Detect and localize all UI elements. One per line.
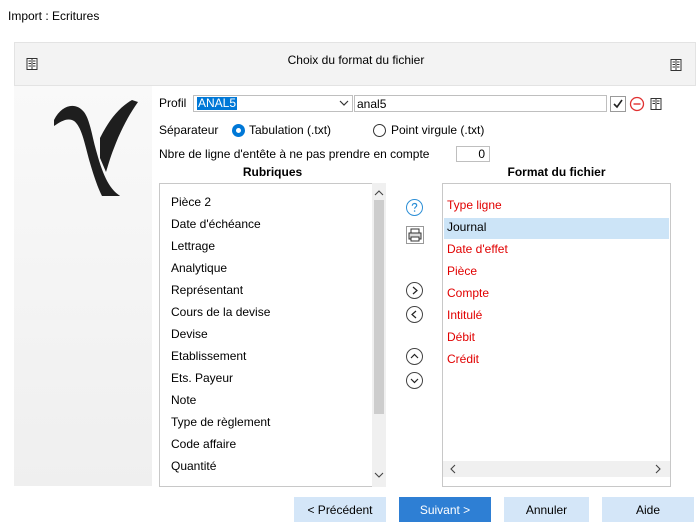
- list-item[interactable]: Cours de la devise: [171, 305, 270, 319]
- list-item[interactable]: Code affaire: [171, 437, 236, 451]
- chevron-right-icon[interactable]: [654, 464, 662, 474]
- minus-circle-icon: [629, 96, 645, 112]
- profil-select[interactable]: ANAL5: [193, 95, 353, 112]
- chevron-down-icon: [410, 378, 419, 384]
- section-header: Choix du format du fichier: [14, 42, 696, 86]
- profile-book-button[interactable]: [648, 96, 664, 112]
- list-item[interactable]: Etablissement: [171, 349, 246, 363]
- rubriques-list[interactable]: Pièce 2 Date d'échéance Lettrage Analyti…: [159, 183, 386, 487]
- list-item[interactable]: Représentant: [171, 283, 243, 297]
- profil-label: Profil: [159, 96, 187, 110]
- list-item[interactable]: Type de règlement: [171, 415, 270, 429]
- chevron-up-icon[interactable]: [374, 189, 384, 197]
- radio-tabulation[interactable]: [232, 124, 245, 137]
- chevron-up-icon: [410, 353, 419, 359]
- format-item[interactable]: Intitulé: [447, 308, 482, 322]
- format-item[interactable]: Journal: [447, 220, 486, 234]
- delete-button[interactable]: [629, 96, 645, 112]
- format-item[interactable]: Pièce: [447, 264, 477, 278]
- rubriques-title: Rubriques: [242, 165, 303, 179]
- format-item[interactable]: Date d'effet: [447, 242, 508, 256]
- checkmark-icon: [613, 99, 623, 109]
- chevron-down-icon[interactable]: [374, 471, 384, 479]
- next-button[interactable]: Suivant >: [399, 497, 491, 522]
- header-title: Choix du format du fichier: [287, 53, 425, 67]
- radio-point-virgule-label[interactable]: Point virgule (.txt): [391, 123, 484, 137]
- database-book-icon[interactable]: [669, 58, 683, 72]
- help-button[interactable]: Aide: [602, 497, 694, 522]
- list-item[interactable]: Ets. Payeur: [171, 371, 233, 385]
- format-hscrollbar[interactable]: [443, 461, 670, 477]
- chevron-left-icon: [411, 310, 417, 319]
- printer-icon: [408, 228, 422, 242]
- header-lines-label: Nbre de ligne d'entête à ne pas prendre …: [159, 147, 430, 161]
- previous-button[interactable]: < Précédent: [294, 497, 386, 522]
- list-item[interactable]: Lettrage: [171, 239, 215, 253]
- profil-selected-value: ANAL5: [197, 96, 238, 110]
- move-left-button[interactable]: [406, 306, 423, 323]
- database-book-icon: [650, 98, 662, 110]
- list-item[interactable]: Date d'échéance: [171, 217, 261, 231]
- profil-name-input[interactable]: [354, 95, 607, 112]
- brand-logo: [54, 100, 138, 196]
- chevron-down-icon: [339, 97, 349, 112]
- move-up-button[interactable]: [406, 348, 423, 365]
- separateur-label: Séparateur: [159, 123, 219, 137]
- list-item[interactable]: Devise: [171, 327, 208, 341]
- format-item[interactable]: Type ligne: [447, 198, 502, 212]
- validate-button[interactable]: [610, 96, 626, 112]
- list-item[interactable]: Pièce 2: [171, 195, 211, 209]
- format-title: Format du fichier: [507, 165, 606, 179]
- list-item[interactable]: Quantité: [171, 459, 216, 473]
- format-item[interactable]: Compte: [447, 286, 489, 300]
- header-lines-input[interactable]: 0: [456, 146, 490, 162]
- format-item[interactable]: Crédit: [447, 352, 479, 366]
- profil-name-field[interactable]: [355, 96, 604, 111]
- move-down-button[interactable]: [406, 372, 423, 389]
- list-item[interactable]: Note: [171, 393, 196, 407]
- chevron-left-icon[interactable]: [449, 464, 457, 474]
- radio-tabulation-label[interactable]: Tabulation (.txt): [249, 123, 331, 137]
- move-right-button[interactable]: [406, 282, 423, 299]
- cancel-button[interactable]: Annuler: [504, 497, 589, 522]
- chevron-right-icon: [412, 286, 418, 295]
- help-circle-icon[interactable]: [406, 199, 423, 216]
- radio-point-virgule[interactable]: [373, 124, 386, 137]
- format-list[interactable]: Type ligne Journal Date d'effet Pièce Co…: [442, 183, 671, 487]
- print-button[interactable]: [406, 226, 424, 244]
- list-item[interactable]: Analytique: [171, 261, 227, 275]
- window-title: Import : Ecritures: [8, 9, 100, 23]
- format-item[interactable]: Débit: [447, 330, 475, 344]
- scrollbar-thumb[interactable]: [374, 200, 384, 414]
- left-brand-panel: [14, 86, 152, 486]
